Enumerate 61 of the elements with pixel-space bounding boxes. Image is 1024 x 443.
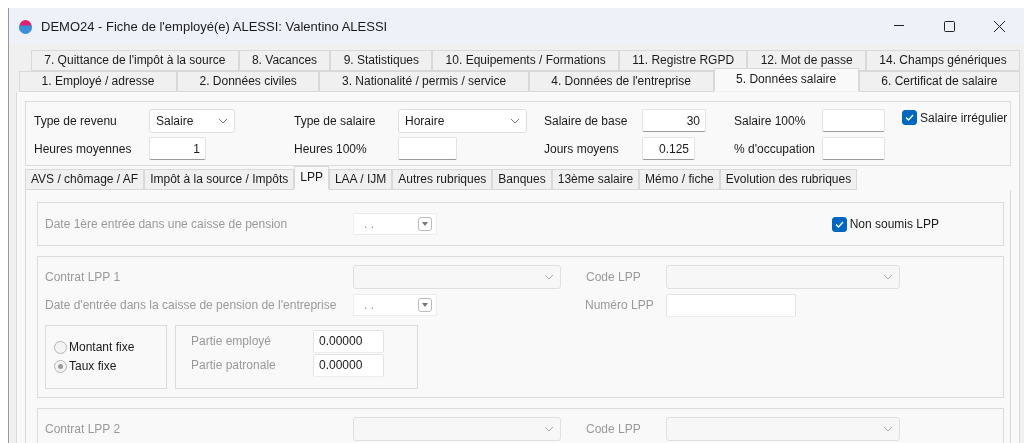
- field-label: % d'occupation: [734, 141, 816, 156]
- input-field[interactable]: [398, 137, 457, 160]
- chevron-down-icon: [510, 117, 520, 124]
- dropdown[interactable]: Horaire: [398, 108, 527, 133]
- checkbox[interactable]: Non soumis LPP: [831, 216, 939, 232]
- field-label: Date d'entrée dans la caisse de pension de l'entreprise: [45, 298, 338, 312]
- chevron-down-icon: [544, 426, 554, 432]
- field-label: Partie employé: [191, 334, 273, 348]
- tab[interactable]: 4. Données de l'entreprise: [528, 71, 714, 92]
- tab[interactable]: 8. Vacances: [238, 50, 331, 71]
- field-label: Code LPP: [586, 422, 642, 436]
- tab[interactable]: 1. Employé / adresse: [19, 71, 177, 92]
- field-label: Type de revenu: [34, 113, 118, 128]
- field-label: Contrat LPP 1: [45, 270, 122, 284]
- tab[interactable]: 5. Données salaire: [713, 68, 859, 91]
- input-field[interactable]: 1: [149, 137, 206, 160]
- field-label: Partie patronale: [191, 358, 277, 372]
- chevron-down-icon: [218, 117, 228, 124]
- checkmark-icon: [834, 220, 844, 228]
- app-logo-icon: [18, 18, 33, 34]
- field-label: Code LPP: [586, 270, 642, 284]
- field-label: Heures 100%: [294, 141, 368, 156]
- minimize-icon: [894, 25, 904, 27]
- tab[interactable]: 11. Registre RGPD: [619, 50, 748, 71]
- tab[interactable]: 2. Données civiles: [176, 71, 320, 92]
- sub-tab[interactable]: AVS / chômage / AF: [25, 169, 145, 190]
- field-label: Heures moyennes: [34, 141, 133, 156]
- dropdown[interactable]: Salaire: [149, 108, 235, 133]
- tab[interactable]: 7. Quittance de l'impôt à la source: [31, 50, 239, 71]
- field-label: Jours moyens: [544, 141, 620, 156]
- sub-tab[interactable]: 13ème salaire: [551, 169, 640, 190]
- window-title: DEMO24 - Fiche de l'employé(e) ALESSI: Valentino ALESSI: [41, 18, 389, 34]
- field-label: Contrat LPP 2: [45, 422, 122, 436]
- field-label: Salaire de base: [544, 113, 629, 128]
- input-field[interactable]: [822, 137, 885, 160]
- checkmark-icon: [905, 114, 914, 121]
- sub-tab[interactable]: LAA / IJM: [328, 169, 393, 190]
- input-field[interactable]: 0.125: [642, 137, 695, 160]
- tab[interactable]: 3. Nationalité / permis / service: [319, 71, 529, 92]
- input-field[interactable]: [822, 109, 885, 132]
- sub-tab[interactable]: Mémo / fiche: [639, 169, 720, 190]
- maximize-icon: [943, 20, 955, 32]
- tab[interactable]: 14. Champs génériques: [866, 50, 1020, 71]
- sub-tab[interactable]: Impôt à la source / Impôts: [144, 169, 295, 190]
- field-label: Type de salaire: [294, 113, 377, 128]
- chevron-down-icon: [883, 426, 893, 432]
- input-field[interactable]: 30: [642, 109, 706, 132]
- tab[interactable]: 10. Equipements / Formations: [432, 50, 619, 71]
- tab[interactable]: 6. Certificat de salaire: [858, 71, 1020, 92]
- sub-tab[interactable]: Evolution des rubriques: [719, 169, 858, 190]
- checkbox[interactable]: Salaire irrégulier: [902, 110, 1008, 125]
- close-icon: [993, 20, 1005, 32]
- chevron-down-icon: [544, 274, 554, 280]
- field-label: Numéro LPP: [585, 298, 655, 312]
- sub-tab[interactable]: Banques: [492, 169, 552, 190]
- chevron-down-icon: [883, 274, 893, 280]
- sub-tab[interactable]: Autres rubriques: [392, 169, 493, 190]
- tab[interactable]: 9. Statistiques: [330, 50, 433, 71]
- sub-tab[interactable]: LPP: [294, 166, 329, 189]
- field-label: Salaire 100%: [734, 113, 807, 128]
- field-label: Date 1ère entrée dans une caisse de pension: [45, 217, 289, 231]
